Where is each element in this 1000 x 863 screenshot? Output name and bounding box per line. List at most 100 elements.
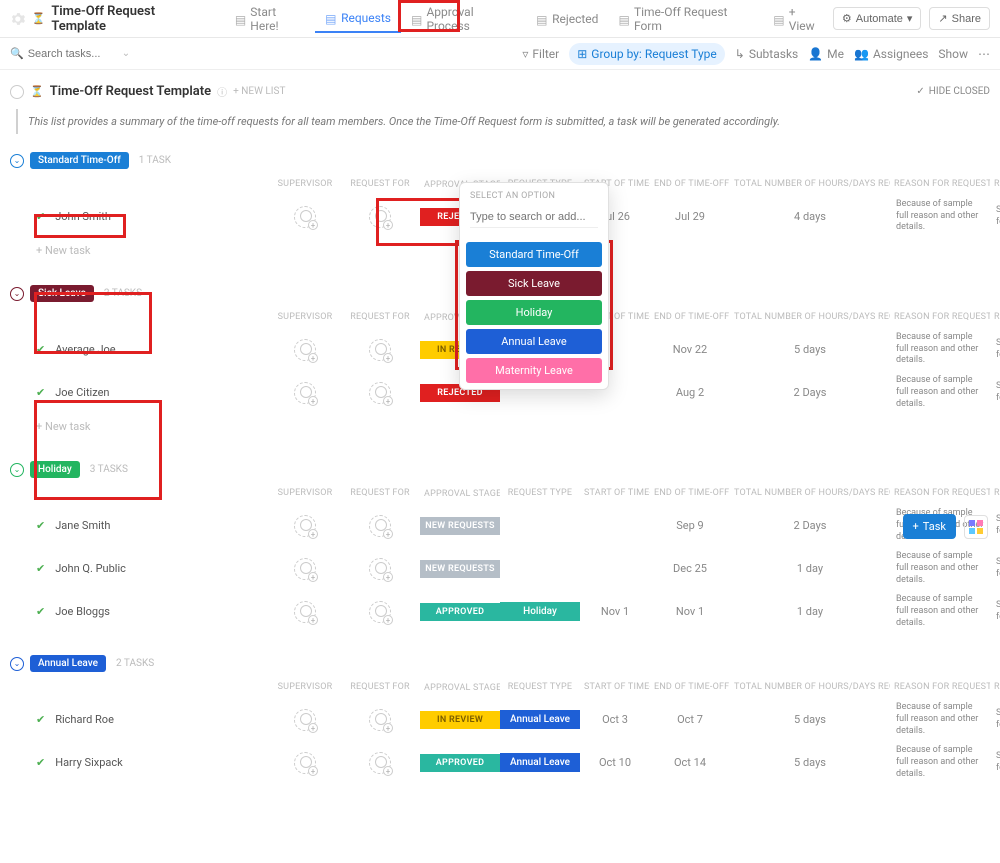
end-date[interactable]: Oct 7: [650, 709, 730, 730]
days-requested[interactable]: 2 Days: [730, 382, 890, 403]
requestfor-avatar[interactable]: +: [369, 206, 391, 228]
tab--view[interactable]: ▤+ View: [763, 0, 833, 39]
days-requested[interactable]: 4 days: [730, 206, 890, 227]
end-date[interactable]: Dec 25: [650, 558, 730, 579]
task-row[interactable]: ✔Joe Bloggs + + APPROVED Holiday Nov 1 N…: [10, 590, 990, 633]
group-name[interactable]: Holiday: [30, 461, 80, 478]
request-type[interactable]: [500, 522, 580, 530]
group-toggle-icon[interactable]: [10, 154, 24, 168]
group-header[interactable]: Standard Time-Off1 TASK: [10, 148, 990, 173]
supervisor-avatar[interactable]: +: [294, 601, 316, 623]
days-requested[interactable]: 5 days: [730, 709, 890, 730]
days-requested[interactable]: 1 day: [730, 601, 890, 622]
reason-for-disapproval[interactable]: Sample reason for disapproval: [990, 377, 1000, 408]
requestfor-avatar[interactable]: +: [369, 601, 391, 623]
start-date[interactable]: Oct 3: [580, 709, 650, 730]
reason-for-request[interactable]: Because of sample full reason and other …: [890, 698, 990, 741]
gear-icon[interactable]: [10, 11, 26, 27]
group-toggle-icon[interactable]: [10, 657, 24, 671]
reason-for-request[interactable]: Because of sample full reason and other …: [890, 195, 990, 238]
reason-for-disapproval[interactable]: Sample reason for disapproval: [990, 747, 1000, 778]
days-requested[interactable]: 5 days: [730, 752, 890, 773]
share-button[interactable]: ↗ Share: [929, 7, 990, 30]
dropdown-option-maternity-leave[interactable]: Maternity Leave: [466, 358, 602, 383]
tab-time-off-request-form[interactable]: ▤Time-Off Request Form: [608, 0, 763, 39]
supervisor-avatar[interactable]: +: [294, 515, 316, 537]
search-box[interactable]: 🔍 ⌄: [10, 47, 140, 60]
approval-stage[interactable]: IN REVIEW: [420, 711, 500, 729]
automate-button[interactable]: ⚙ Automate ▾: [833, 7, 922, 30]
reason-for-request[interactable]: Because of sample full reason and other …: [890, 328, 990, 371]
new-task-fab[interactable]: + Task: [903, 514, 956, 539]
group-toggle-icon[interactable]: [10, 287, 24, 301]
request-type[interactable]: Holiday: [500, 602, 580, 621]
groupby-button[interactable]: ⊞ Group by: Request Type: [569, 43, 725, 65]
days-requested[interactable]: 1 day: [730, 558, 890, 579]
reason-for-disapproval[interactable]: Sample reason for disapproval: [990, 510, 1000, 541]
tab-requests[interactable]: ▤Requests: [315, 5, 401, 33]
reason-for-disapproval[interactable]: Sample reason for disapproval: [990, 704, 1000, 735]
supervisor-avatar[interactable]: +: [294, 382, 316, 404]
filter-button[interactable]: ▿ Filter: [522, 47, 559, 61]
tab-rejected[interactable]: ▤Rejected: [526, 6, 608, 32]
group-toggle-icon[interactable]: [10, 463, 24, 477]
search-input[interactable]: [28, 48, 118, 60]
reason-for-request[interactable]: Because of sample full reason and other …: [890, 741, 990, 784]
requestfor-avatar[interactable]: +: [369, 339, 391, 361]
group-name[interactable]: Annual Leave: [30, 655, 106, 672]
supervisor-avatar[interactable]: +: [294, 339, 316, 361]
supervisor-avatar[interactable]: +: [294, 709, 316, 731]
start-date[interactable]: [580, 522, 650, 530]
dropdown-option-holiday[interactable]: Holiday: [466, 300, 602, 325]
more-icon[interactable]: ⋯: [978, 47, 990, 61]
chevron-down-icon[interactable]: ⌄: [122, 48, 130, 59]
show-button[interactable]: Show: [938, 47, 968, 61]
request-type[interactable]: Annual Leave: [500, 753, 580, 772]
assignees-button[interactable]: 👥 Assignees: [854, 47, 928, 61]
task-row[interactable]: ✔Harry Sixpack + + APPROVED Annual Leave…: [10, 741, 990, 784]
reason-for-disapproval[interactable]: Sample reason for disapproval: [990, 334, 1000, 365]
new-list-button[interactable]: + NEW LIST: [233, 86, 285, 97]
group-header[interactable]: Holiday3 TASKS: [10, 457, 990, 482]
dropdown-option-annual-leave[interactable]: Annual Leave: [466, 329, 602, 354]
apps-fab[interactable]: [964, 515, 988, 539]
start-date[interactable]: [580, 565, 650, 573]
requestfor-avatar[interactable]: +: [369, 515, 391, 537]
approval-stage[interactable]: APPROVED: [420, 603, 500, 621]
days-requested[interactable]: 5 days: [730, 339, 890, 360]
collapse-icon[interactable]: [10, 85, 24, 99]
start-date[interactable]: Oct 10: [580, 752, 650, 773]
info-icon[interactable]: ⓘ: [217, 84, 227, 99]
reason-for-disapproval[interactable]: Sample reason for disapproval: [990, 553, 1000, 584]
new-task-button[interactable]: + New task: [10, 414, 990, 439]
end-date[interactable]: Nov 22: [650, 339, 730, 360]
supervisor-avatar[interactable]: +: [294, 206, 316, 228]
group-name[interactable]: Standard Time-Off: [30, 152, 129, 169]
task-row[interactable]: ✔Richard Roe + + IN REVIEW Annual Leave …: [10, 698, 990, 741]
end-date[interactable]: Sep 9: [650, 515, 730, 536]
reason-for-request[interactable]: Because of sample full reason and other …: [890, 590, 990, 633]
request-type[interactable]: [500, 565, 580, 573]
request-type[interactable]: Annual Leave: [500, 710, 580, 729]
approval-stage[interactable]: APPROVED: [420, 754, 500, 772]
end-date[interactable]: Nov 1: [650, 601, 730, 622]
end-date[interactable]: Aug 2: [650, 382, 730, 403]
end-date[interactable]: Jul 29: [650, 206, 730, 227]
requestfor-avatar[interactable]: +: [369, 382, 391, 404]
requestfor-avatar[interactable]: +: [369, 752, 391, 774]
reason-for-disapproval[interactable]: Sample reason for disapproval: [990, 596, 1000, 627]
requestfor-avatar[interactable]: +: [369, 558, 391, 580]
tab-start-here-[interactable]: ▤Start Here!: [225, 0, 315, 39]
start-date[interactable]: Nov 1: [580, 601, 650, 622]
dropdown-search-input[interactable]: [470, 207, 598, 228]
reason-for-request[interactable]: Because of sample full reason and other …: [890, 371, 990, 414]
hide-closed-button[interactable]: ✓ HIDE CLOSED: [916, 86, 990, 97]
group-header[interactable]: Annual Leave2 TASKS: [10, 651, 990, 676]
approval-stage[interactable]: NEW REQUESTS: [420, 560, 500, 578]
task-row[interactable]: ✔Jane Smith + + NEW REQUESTS Sep 9 2 Day…: [10, 504, 990, 547]
requestfor-avatar[interactable]: +: [369, 709, 391, 731]
supervisor-avatar[interactable]: +: [294, 752, 316, 774]
group-name[interactable]: Sick Leave: [30, 285, 94, 302]
supervisor-avatar[interactable]: +: [294, 558, 316, 580]
task-row[interactable]: ✔John Q. Public + + NEW REQUESTS Dec 25 …: [10, 547, 990, 590]
